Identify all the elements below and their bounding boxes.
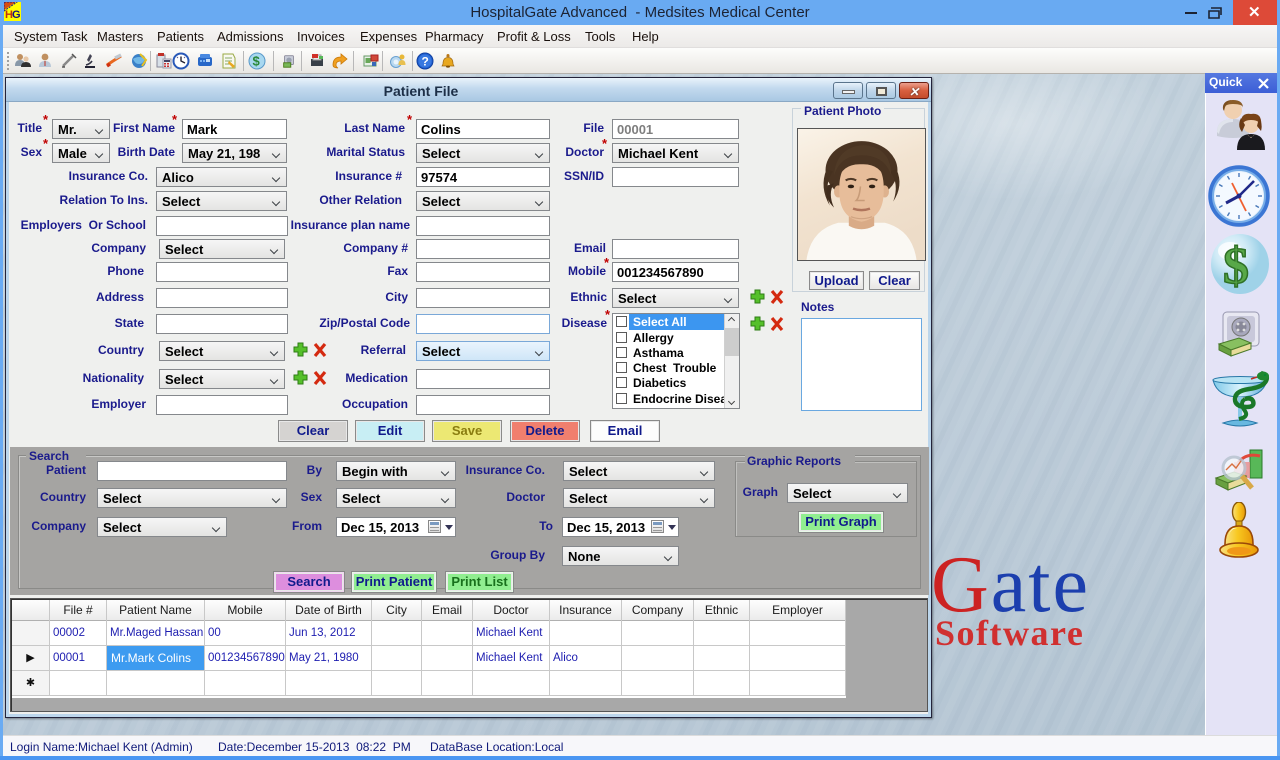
svg-text:?: ?	[422, 55, 429, 69]
svg-text:$: $	[253, 54, 261, 69]
svg-text:$: $	[1223, 238, 1249, 295]
svg-text:G: G	[12, 9, 21, 21]
